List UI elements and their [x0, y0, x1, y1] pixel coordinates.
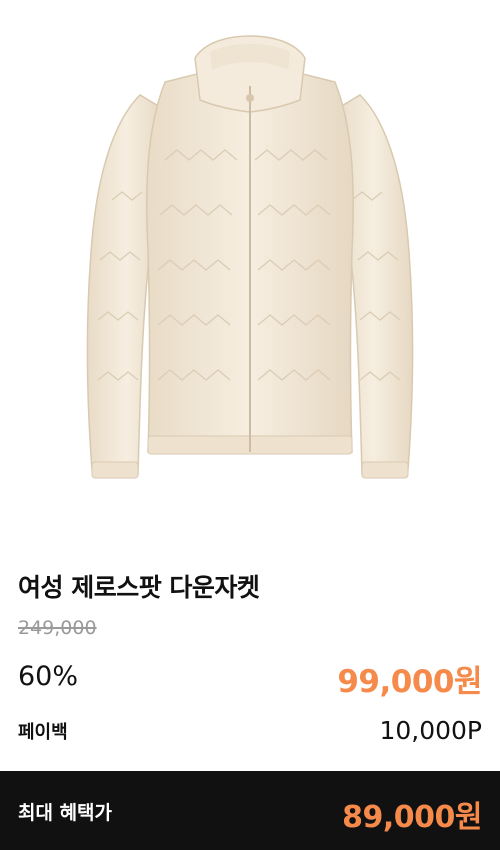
sale-price: 99,000원 — [337, 664, 482, 700]
original-price: 249,000 — [18, 617, 97, 639]
payback-label: 페이백 — [18, 722, 68, 743]
product-name[interactable]: 여성 제로스팟 다운자켓 — [18, 568, 260, 604]
discount-rate: 60% — [18, 661, 79, 692]
max-benefit-label: 최대 혜택가 — [18, 802, 113, 824]
product-image[interactable] — [0, 0, 500, 540]
payback-value: 10,000P — [379, 716, 482, 745]
down-jacket-illustration — [86, 35, 414, 479]
max-benefit-bar[interactable]: 최대 혜택가 89,000원 — [0, 771, 500, 850]
max-benefit-price: 89,000원 — [342, 800, 482, 835]
